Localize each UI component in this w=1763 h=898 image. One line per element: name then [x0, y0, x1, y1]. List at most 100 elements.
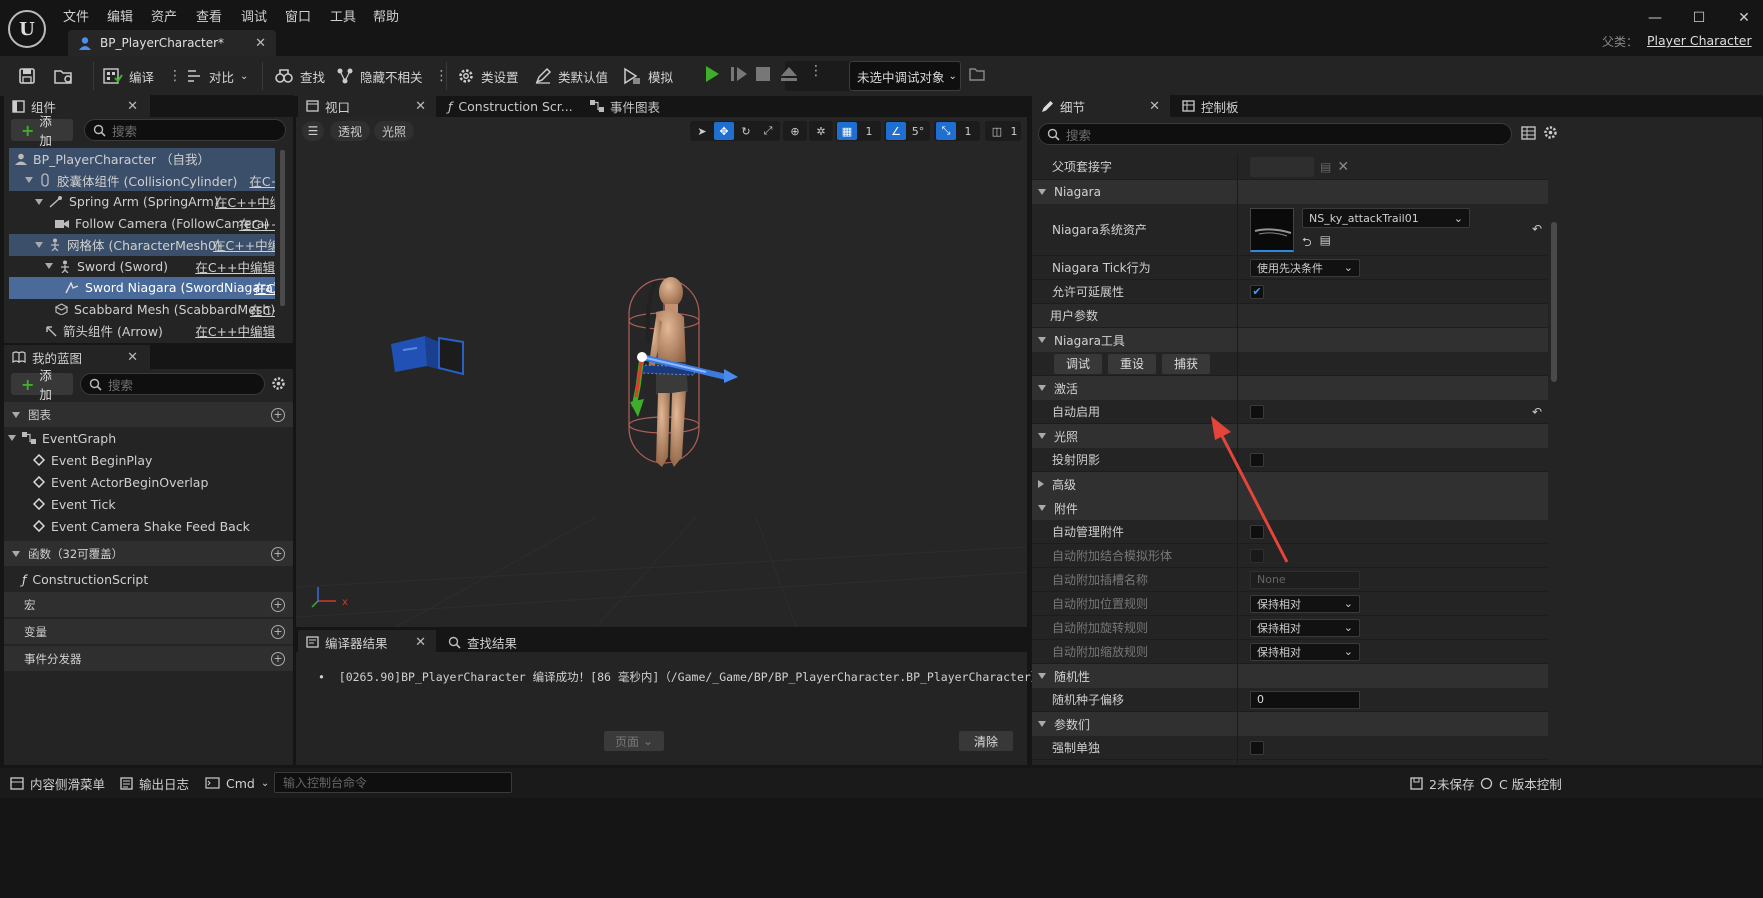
close-icon[interactable]: ✕: [1149, 99, 1160, 114]
asset-thumbnail[interactable]: [1250, 208, 1294, 252]
compile-button[interactable]: 编译 ⋮: [103, 62, 182, 90]
page-dropdown[interactable]: 页面 ⌄: [604, 731, 664, 751]
find-button[interactable]: 查找: [274, 62, 325, 90]
section-niagara[interactable]: Niagara: [1032, 180, 1548, 204]
viewport-3d[interactable]: x: [296, 117, 1027, 627]
socket-field[interactable]: [1250, 156, 1314, 177]
tab-details[interactable]: 细节 ✕: [1032, 94, 1170, 118]
angle-icon[interactable]: ∠: [886, 122, 906, 140]
section-parameters[interactable]: 参数们: [1032, 712, 1548, 736]
tab-components[interactable]: 组件 ✕: [4, 94, 150, 118]
window-close-icon[interactable]: ✕: [1733, 10, 1755, 30]
scale-rule-dropdown[interactable]: 保持相对 ⌄: [1250, 642, 1360, 661]
close-icon[interactable]: ✕: [127, 99, 138, 114]
gear-icon[interactable]: [271, 376, 286, 391]
unreal-logo-icon[interactable]: U: [8, 10, 46, 48]
unsaved-button[interactable]: 2未保存: [1410, 772, 1474, 794]
cmd-dropdown[interactable]: Cmd ⌄: [205, 772, 269, 794]
close-icon[interactable]: ✕: [255, 36, 266, 51]
tree-item-root[interactable]: BP_PlayerCharacter （自我）: [9, 148, 275, 170]
grid-icon[interactable]: ▦: [837, 122, 857, 140]
system-asset-dropdown[interactable]: NS_ky_attackTrail01 ⌄: [1302, 208, 1470, 228]
event-item[interactable]: Event Camera Shake Feed Back: [33, 515, 250, 537]
tick-behavior-dropdown[interactable]: 使用先决条件 ⌄: [1250, 258, 1360, 277]
tree-item-sword[interactable]: Sword (Sword) 在C++中编辑: [9, 256, 275, 278]
content-drawer-button[interactable]: 内容侧滑菜单: [10, 772, 105, 794]
tab-event-graph[interactable]: 事件图表: [582, 94, 702, 118]
construction-script-item[interactable]: ƒ ConstructionScript: [22, 568, 148, 590]
table-view-icon[interactable]: [1521, 126, 1536, 140]
tree-item-camera[interactable]: Follow Camera (FollowCamera) 在C++中: [9, 213, 275, 235]
event-item[interactable]: Event Tick: [33, 493, 116, 515]
simulate-button[interactable]: 模拟: [622, 62, 673, 90]
lit-button[interactable]: 光照: [374, 121, 415, 141]
diff-button[interactable]: 对比 ⌄: [185, 62, 248, 90]
add-variable-icon[interactable]: +: [271, 624, 285, 639]
class-settings-button[interactable]: 类设置: [457, 62, 519, 90]
scale-icon[interactable]: ⤢: [758, 122, 778, 140]
menu-view[interactable]: 查看: [196, 6, 222, 25]
document-tab[interactable]: BP_PlayerCharacter* ✕: [68, 30, 276, 56]
camera-speed-icon[interactable]: ◫: [987, 122, 1007, 140]
globe-icon[interactable]: ⊕: [785, 122, 805, 140]
move-icon[interactable]: ✥: [714, 122, 734, 140]
expand-icon[interactable]: [35, 241, 43, 248]
tab-find-results[interactable]: 查找结果: [440, 630, 560, 654]
gear-icon[interactable]: [1543, 125, 1558, 140]
force-solo-checkbox[interactable]: [1250, 740, 1264, 755]
graphs-category[interactable]: 图表 +: [4, 402, 293, 427]
menu-asset[interactable]: 资产: [151, 6, 177, 25]
menu-window[interactable]: 窗口: [285, 6, 311, 25]
scale-snap-icon[interactable]: ⤡: [936, 122, 956, 140]
blueprint-search-input[interactable]: 搜索: [80, 373, 265, 395]
user-params-row[interactable]: 用户参数: [1032, 304, 1548, 328]
debug-button[interactable]: 调试: [1054, 353, 1102, 374]
perspective-button[interactable]: 透视: [330, 121, 371, 141]
dispatchers-category[interactable]: 事件分发器 +: [4, 646, 293, 671]
rotation-rule-dropdown[interactable]: 保持相对 ⌄: [1250, 618, 1360, 637]
details-scrollbar[interactable]: [1551, 222, 1557, 382]
capture-button[interactable]: 捕获: [1162, 353, 1210, 374]
close-icon[interactable]: ✕: [127, 350, 138, 365]
tree-item-arrow[interactable]: 箭头组件 (Arrow) 在C++中编辑: [9, 320, 275, 342]
add-component-button[interactable]: + 添加: [11, 114, 73, 148]
add-member-button[interactable]: + 添加: [11, 368, 73, 402]
menu-file[interactable]: 文件: [63, 6, 89, 25]
tree-item-springarm[interactable]: Spring Arm (SpringArm) 在C++中编辑: [9, 191, 275, 213]
class-defaults-button[interactable]: 类默认值: [534, 62, 608, 90]
location-rule-dropdown[interactable]: 保持相对 ⌄: [1250, 594, 1360, 613]
expand-icon[interactable]: [25, 177, 33, 184]
tab-compiler-results[interactable]: 编译器结果 ✕: [298, 630, 436, 654]
reset-icon[interactable]: ↶: [1532, 222, 1542, 236]
hide-unrelated-button[interactable]: 隐藏不相关 ⋮: [336, 62, 449, 90]
components-scrollbar[interactable]: [280, 150, 285, 306]
add-function-icon[interactable]: +: [271, 546, 285, 561]
debug-target-dropdown[interactable]: 未选中调试对象 ⌄: [849, 61, 961, 91]
event-item[interactable]: Event ActorBeginOverlap: [33, 471, 208, 493]
add-graph-icon[interactable]: +: [271, 407, 285, 422]
event-item[interactable]: Event BeginPlay: [33, 449, 152, 471]
close-icon[interactable]: ✕: [415, 635, 426, 650]
macros-category[interactable]: 宏 +: [4, 592, 293, 617]
minimize-icon[interactable]: —: [1644, 10, 1666, 30]
tab-my-blueprint[interactable]: 我的蓝图 ✕: [4, 345, 150, 369]
menu-debug[interactable]: 调试: [241, 6, 267, 25]
details-search-input[interactable]: 搜索: [1038, 123, 1512, 145]
variables-category[interactable]: 变量 +: [4, 619, 293, 644]
console-input[interactable]: 输入控制台命令: [274, 772, 512, 793]
expand-icon[interactable]: [45, 263, 53, 270]
tree-item-mesh[interactable]: 网格体 (CharacterMesh0) 在C++中编辑: [9, 234, 275, 256]
rotate-icon[interactable]: ↻: [736, 122, 756, 140]
eject-icon[interactable]: [779, 64, 799, 84]
save-button[interactable]: [18, 62, 36, 90]
surface-snap-icon[interactable]: ✲: [811, 122, 831, 140]
step-icon[interactable]: [729, 64, 749, 84]
tab-construction-script[interactable]: ƒ Construction Scr...: [440, 94, 578, 118]
add-macro-icon[interactable]: +: [271, 597, 285, 612]
expand-icon[interactable]: [35, 198, 43, 205]
section-niagara-tools[interactable]: Niagara工具: [1032, 328, 1548, 352]
viewport-menu-button[interactable]: ☰: [302, 121, 324, 141]
add-dispatcher-icon[interactable]: +: [271, 651, 285, 666]
menu-help[interactable]: 帮助: [373, 6, 399, 25]
stop-icon[interactable]: [754, 65, 772, 83]
